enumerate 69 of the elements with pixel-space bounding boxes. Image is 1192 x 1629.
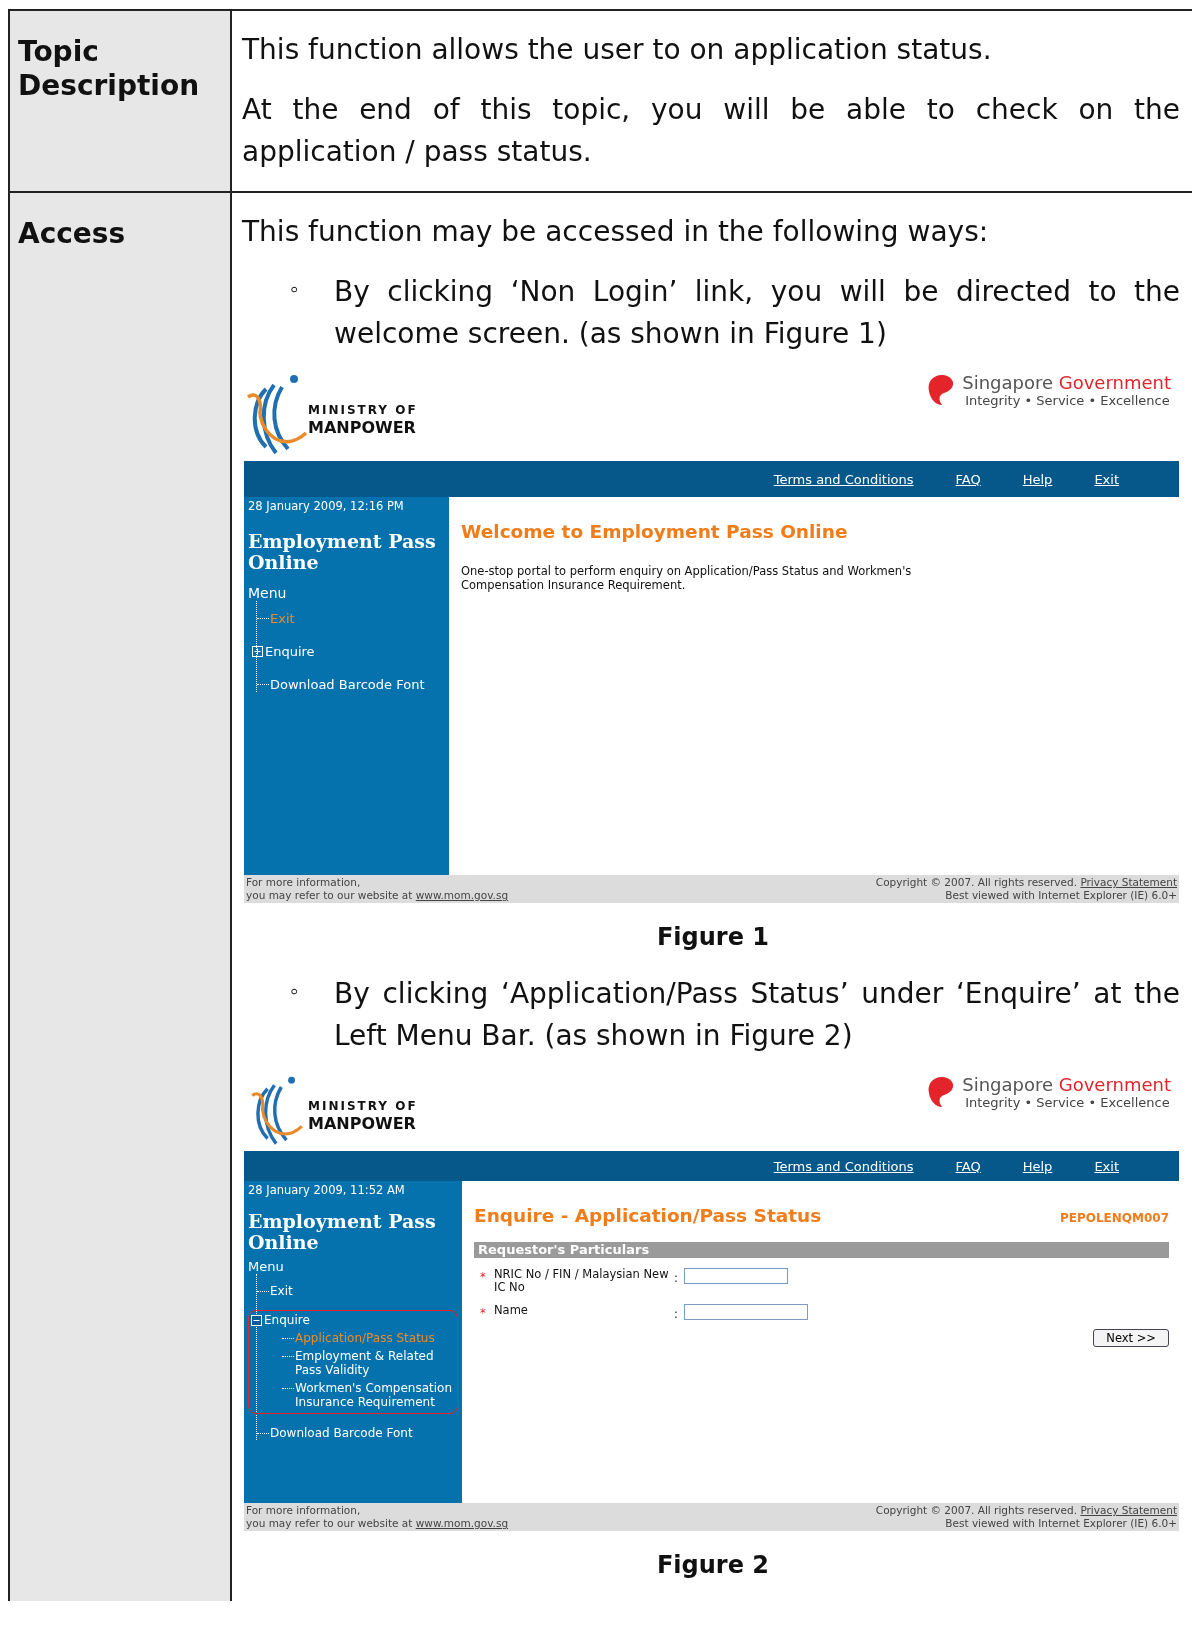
menu-label: Menu xyxy=(248,585,288,601)
bullet-marker: ◦ xyxy=(290,274,300,304)
footer-text: you may refer to our website at xyxy=(246,889,413,901)
paragraph: By clicking ‘Application/Pass Status’ under ‘Enquire’ at the Left Menu Bar. (as shown in Figure 2) xyxy=(334,976,1180,1054)
figure-caption: Figure 2 xyxy=(655,1551,771,1579)
input-field[interactable] xyxy=(684,1268,788,1284)
app-title: Employment Pass Online xyxy=(248,531,437,573)
footer-text: For more information, xyxy=(246,876,362,889)
paragraph: This function may be accessed in the following ways: xyxy=(242,214,990,250)
logo-text: MANPOWER xyxy=(308,1115,417,1132)
logo-swoosh-icon xyxy=(244,373,310,457)
colon: : xyxy=(674,1270,679,1285)
required-marker: * xyxy=(479,1305,487,1320)
nav-link[interactable]: Exit xyxy=(1094,1158,1119,1174)
copyright-text: Copyright © 2007. All rights reserved. xyxy=(875,1504,1078,1516)
website-link[interactable]: www.mom.gov.sg xyxy=(415,1517,509,1529)
submenu-item[interactable]: Employment & Related Pass Validity xyxy=(295,1349,457,1377)
screen-code: PEPOLENQM007 xyxy=(1059,1211,1169,1225)
nav-link[interactable]: Help xyxy=(1022,1158,1053,1174)
menu-item[interactable]: Exit xyxy=(270,1284,293,1298)
input-field[interactable] xyxy=(684,1304,808,1320)
date-time: 28 January 2009, 11:52 AM xyxy=(248,1183,406,1197)
page-title: Welcome to Employment Pass Online xyxy=(461,521,848,542)
government-motto: Integrity • Service • Excellence xyxy=(965,1095,1171,1110)
colon: : xyxy=(674,1306,679,1321)
government-motto: Integrity • Service • Excellence xyxy=(965,393,1171,408)
figure-caption: Figure 1 xyxy=(655,923,771,951)
browser-note: Best viewed with Internet Explorer (IE) 6.0+ xyxy=(944,889,1177,902)
privacy-link[interactable]: Privacy Statement xyxy=(1080,1504,1177,1516)
submenu-item[interactable]: Workmen's Compensation Insurance Requirement xyxy=(295,1381,457,1409)
logo-text: MINISTRY OF xyxy=(308,1098,418,1115)
government-name: Singapore Government xyxy=(962,373,1171,393)
required-marker: * xyxy=(479,1269,487,1284)
menu-item[interactable]: Enquire xyxy=(265,644,315,659)
menu-item[interactable]: Download Barcode Font xyxy=(270,1426,413,1440)
paragraph: By clicking ‘Non Login’ link, you will be directed to the welcome screen. (as shown in Figure 1) xyxy=(334,274,1180,352)
paragraph: At the end of this topic, you will be able to check on the application / pass status. xyxy=(242,92,1180,170)
page-title: Enquire - Application/Pass Status xyxy=(474,1205,822,1226)
nav-link[interactable]: Terms and Conditions xyxy=(773,1158,914,1174)
section-header: Requestor's Particulars xyxy=(474,1242,1169,1258)
field-label: Name xyxy=(494,1304,529,1317)
row-heading: Topic Description xyxy=(18,35,201,103)
footer-text: For more information, xyxy=(246,1504,362,1517)
nav-link[interactable]: FAQ xyxy=(955,471,981,487)
date-time: 28 January 2009, 12:16 PM xyxy=(248,499,405,513)
website-link[interactable]: www.mom.gov.sg xyxy=(415,889,509,901)
row-heading: Access xyxy=(18,217,127,251)
nav-link[interactable]: Exit xyxy=(1094,471,1119,487)
nav-link[interactable]: Help xyxy=(1022,471,1053,487)
collapse-icon[interactable] xyxy=(251,1315,262,1326)
nav-link[interactable]: FAQ xyxy=(955,1158,981,1174)
menu-label: Menu xyxy=(248,1259,285,1274)
field-label: NRIC No / FIN / Malaysian New IC No xyxy=(494,1268,670,1294)
logo-text: MANPOWER xyxy=(308,419,417,436)
paragraph: This function allows the user to on application status. xyxy=(242,32,993,68)
next-button[interactable]: Next >> xyxy=(1093,1329,1169,1347)
browser-note: Best viewed with Internet Explorer (IE) 6.0+ xyxy=(944,1517,1177,1530)
nav-link[interactable]: Terms and Conditions xyxy=(773,471,914,487)
logo-text: MINISTRY OF xyxy=(308,402,418,419)
description: One-stop portal to perform enquiry on Application/Pass Status and Workmen's Compensation Insurance Requirement. xyxy=(461,564,913,592)
privacy-link[interactable]: Privacy Statement xyxy=(1080,876,1177,888)
bullet-marker: ◦ xyxy=(290,976,300,1006)
app-title: Employment Pass Online xyxy=(248,1211,437,1253)
menu-item[interactable]: Download Barcode Font xyxy=(270,677,425,692)
expand-icon[interactable] xyxy=(252,646,263,657)
copyright-text: Copyright © 2007. All rights reserved. xyxy=(875,876,1078,888)
menu-item[interactable]: Enquire xyxy=(264,1313,310,1327)
footer-text: you may refer to our website at xyxy=(246,1517,413,1529)
government-name: Singapore Government xyxy=(962,1075,1171,1095)
